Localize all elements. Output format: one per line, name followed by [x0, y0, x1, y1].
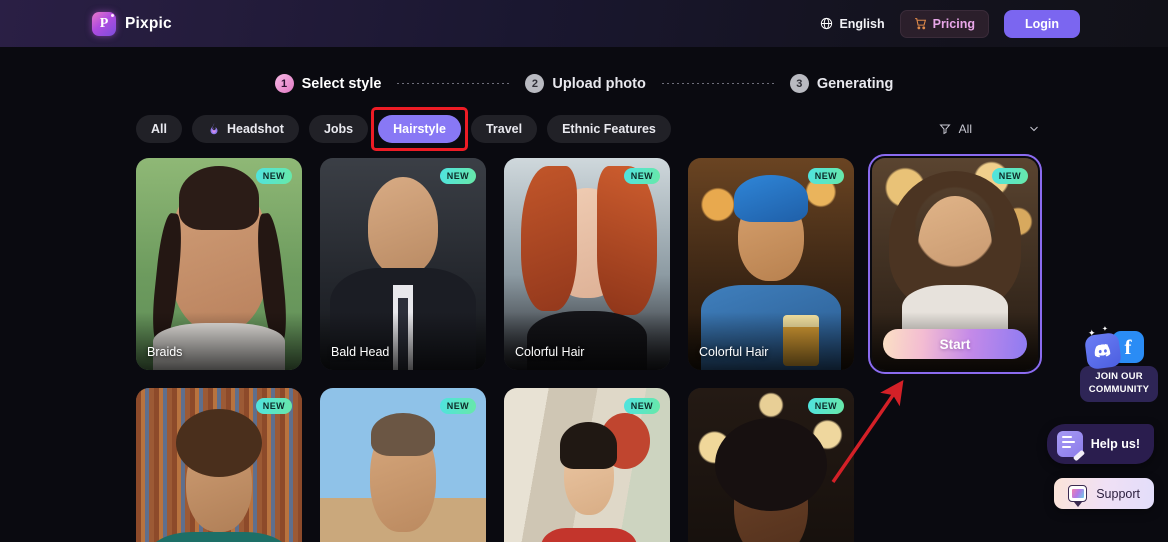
tab-jobs-label: Jobs: [323, 122, 354, 136]
pixpic-logo-icon: P: [92, 11, 116, 36]
funnel-icon: [939, 124, 951, 135]
new-badge: NEW: [439, 398, 476, 414]
category-tabs: All Headshot Jobs Hairstyle Travel Ethni…: [136, 107, 671, 151]
tab-hairstyle-wrapper: Hairstyle: [371, 107, 468, 151]
tab-headshot[interactable]: Headshot: [191, 115, 299, 143]
style-card-row2-3[interactable]: NEW: [504, 388, 670, 542]
step-3-label: Generating: [816, 75, 894, 92]
new-badge: NEW: [991, 168, 1028, 184]
style-card-grid: NEW Braids NEW Bald Head NEW Colorful Ha…: [0, 154, 1168, 542]
help-us-widget[interactable]: Help us!: [1046, 424, 1154, 464]
style-card-braids[interactable]: NEW Braids: [136, 158, 302, 370]
tab-hairstyle[interactable]: Hairstyle: [378, 115, 461, 143]
new-badge: NEW: [623, 398, 660, 414]
pricing-label: Pricing: [932, 16, 975, 31]
help-us-label: Help us!: [1090, 437, 1140, 451]
style-card-bald-head[interactable]: NEW Bald Head: [320, 158, 486, 370]
globe-icon: [821, 17, 833, 30]
start-button[interactable]: Start: [883, 329, 1027, 359]
app-header: P Pixpic English Pricing Login: [0, 0, 1168, 47]
tab-ethnic-features[interactable]: Ethnic Features: [547, 115, 671, 143]
pricing-button[interactable]: Pricing: [899, 9, 989, 38]
language-label: English: [839, 16, 885, 31]
tab-headshot-label: Headshot: [226, 122, 284, 136]
category-filter-bar: All Headshot Jobs Hairstyle Travel Ethni…: [0, 107, 1168, 151]
sort-filter-value: All: [958, 122, 972, 136]
join-community-widget[interactable]: ✦ ✦ f JOIN OUR COMMUNITY: [1080, 326, 1158, 402]
new-badge: NEW: [255, 398, 292, 414]
step-2-number: 2: [525, 74, 545, 93]
brand-logo-group[interactable]: P Pixpic: [92, 11, 172, 36]
sort-filter[interactable]: All: [939, 122, 972, 136]
tab-travel-label: Travel: [485, 122, 523, 136]
survey-pencil-icon: [1056, 431, 1085, 462]
style-card-row2-2[interactable]: NEW: [320, 388, 486, 542]
tab-all[interactable]: All: [136, 115, 182, 143]
tab-travel[interactable]: Travel: [470, 115, 538, 143]
step-1-label: Select style: [301, 75, 382, 92]
sparkle-icon-2: ✦: [1102, 326, 1108, 333]
style-card-row2-4[interactable]: NEW: [688, 388, 854, 542]
chat-bubble-icon: [1068, 485, 1088, 507]
card-gradient-overlay: [320, 312, 486, 370]
language-selector[interactable]: English: [820, 16, 885, 31]
step-select-style[interactable]: 1 Select style: [274, 74, 382, 93]
support-label: Support: [1096, 486, 1140, 501]
card-label: Colorful Hair: [515, 345, 585, 359]
support-widget[interactable]: Support: [1054, 478, 1154, 509]
card-label: Bald Head: [331, 345, 390, 359]
community-line-2: COMMUNITY: [1088, 383, 1150, 395]
sort-filter-group: All: [939, 122, 1040, 136]
community-line-1: JOIN OUR: [1095, 371, 1143, 382]
step-connector-2: [661, 83, 774, 84]
style-card-selected[interactable]: NEW Start: [868, 154, 1042, 374]
tab-jobs[interactable]: Jobs: [308, 115, 369, 143]
tab-ethnic-features-label: Ethnic Features: [562, 122, 656, 136]
card-gradient-overlay: [504, 312, 670, 370]
discord-glyph: [1094, 344, 1111, 358]
step-3-number: 3: [789, 74, 809, 93]
tab-hairstyle-label: Hairstyle: [393, 122, 446, 136]
chevron-down-icon[interactable]: [1028, 123, 1040, 135]
step-indicator: 1 Select style 2 Upload photo 3 Generati…: [0, 74, 1168, 93]
style-card-colorful-hair-1[interactable]: NEW Colorful Hair: [504, 158, 670, 370]
new-badge: NEW: [439, 168, 476, 184]
card-gradient-overlay: [688, 312, 854, 370]
new-badge: NEW: [807, 398, 844, 414]
card-gradient-overlay: [136, 312, 302, 370]
step-upload-photo[interactable]: 2 Upload photo: [525, 74, 646, 93]
new-badge: NEW: [255, 168, 292, 184]
step-1-number: 1: [274, 74, 294, 93]
step-connector-1: [397, 83, 510, 84]
card-label: Colorful Hair: [699, 345, 769, 359]
community-icons: ✦ ✦ f: [1080, 326, 1158, 372]
tab-all-label: All: [151, 122, 167, 136]
new-badge: NEW: [623, 168, 660, 184]
card-label: Braids: [147, 345, 183, 359]
style-card-colorful-hair-2[interactable]: NEW Colorful Hair: [688, 158, 854, 370]
shopping-cart-icon: [914, 18, 926, 30]
flame-icon: [210, 123, 218, 135]
style-card-row2-1[interactable]: NEW: [136, 388, 302, 542]
brand-name: Pixpic: [125, 14, 172, 32]
header-actions: English Pricing Login: [820, 9, 1080, 38]
step-2-label: Upload photo: [552, 75, 646, 92]
discord-icon[interactable]: [1084, 332, 1122, 370]
login-button[interactable]: Login: [1003, 9, 1080, 38]
step-generating[interactable]: 3 Generating: [789, 74, 894, 93]
new-badge: NEW: [807, 168, 844, 184]
